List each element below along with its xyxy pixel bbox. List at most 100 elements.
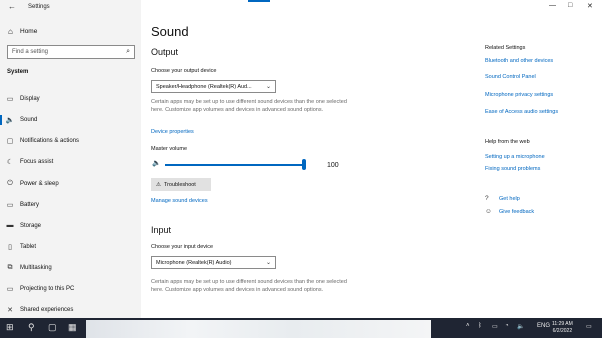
ease-of-access-link[interactable]: Ease of Access audio settings	[485, 109, 558, 115]
sound-control-panel-link[interactable]: Sound Control Panel	[485, 74, 536, 80]
maximize-icon[interactable]: □	[568, 2, 572, 9]
setup-microphone-link[interactable]: Setting up a microphone	[485, 154, 545, 160]
main-content: Sound Output Choose your output device S…	[141, 0, 474, 318]
sidebar-item-multitasking[interactable]: ⧉ Multitasking	[0, 260, 141, 275]
sidebar-item-label: Storage	[20, 222, 42, 229]
section-label: System	[7, 69, 29, 75]
output-heading: Output	[151, 47, 179, 57]
device-properties-link[interactable]: Device properties	[151, 129, 194, 135]
master-volume-label: Master volume	[151, 146, 188, 152]
troubleshoot-label: Troubleshoot	[163, 181, 196, 188]
sidebar-item-shared[interactable]: ✕ Shared experiences	[0, 302, 141, 317]
sidebar-item-label: Battery	[20, 201, 40, 208]
bluetooth-link[interactable]: Bluetooth and other devices	[485, 58, 553, 64]
search-icon[interactable]: ⚲	[28, 322, 35, 333]
sidebar-item-label: Display	[20, 95, 40, 102]
page-title: Sound	[151, 24, 189, 39]
search-input[interactable]: Find a setting ⌕	[7, 45, 135, 59]
give-feedback-link[interactable]: ☺ Give feedback	[485, 208, 534, 215]
sidebar-item-label: Notifications & actions	[20, 137, 80, 144]
loading-indicator	[248, 0, 270, 2]
volume-icon[interactable]: 🔈	[517, 323, 524, 330]
windows-start-icon[interactable]: ⊞	[6, 322, 14, 333]
give-feedback-label: Give feedback	[499, 208, 535, 215]
sidebar-item-label: Tablet	[20, 243, 37, 250]
minimize-icon[interactable]: —	[549, 2, 556, 9]
moon-icon: ☾	[6, 158, 14, 166]
sidebar-item-display[interactable]: ▭ Display	[0, 91, 141, 106]
wifi-icon[interactable]: ◔	[505, 323, 509, 329]
sidebar-item-label: Shared experiences	[20, 306, 74, 313]
storage-icon: ▬	[6, 222, 14, 229]
volume-slider-fill	[165, 164, 304, 166]
sidebar-item-home[interactable]: ⌂ Home	[8, 27, 37, 36]
output-note: Certain apps may be set up to use differ…	[151, 99, 347, 113]
related-settings-panel: — □ ✕ Related Settings Bluetooth and oth…	[474, 0, 602, 318]
back-arrow-icon[interactable]: ←	[8, 2, 16, 11]
output-device-value: Speaker/Headphone (Realtek(R) Aud...	[156, 83, 252, 90]
shared-icon: ✕	[7, 306, 13, 314]
multitasking-icon: ⧉	[7, 263, 13, 271]
home-icon: ⌂	[8, 27, 13, 36]
volume-slider[interactable]	[165, 164, 304, 166]
sidebar-item-label: Power & sleep	[20, 180, 59, 187]
search-placeholder: Find a setting	[12, 49, 49, 55]
sidebar-item-label: Multitasking	[20, 264, 52, 271]
search-icon[interactable]: ⌕	[126, 48, 130, 56]
sidebar-item-storage[interactable]: ▬ Storage	[0, 218, 141, 233]
sidebar-item-battery[interactable]: ▭ Battery	[0, 197, 141, 212]
power-icon: ⏻	[7, 179, 13, 187]
get-help-link[interactable]: ? Get help	[485, 195, 520, 202]
close-icon[interactable]: ✕	[587, 2, 593, 10]
fixing-sound-link[interactable]: Fixing sound problems	[485, 166, 540, 172]
related-settings-heading: Related Settings	[485, 45, 526, 51]
input-note: Certain apps may be set up to use differ…	[151, 279, 347, 293]
language-indicator[interactable]: ENG	[537, 323, 550, 329]
sidebar-item-sound[interactable]: 🔈 Sound	[0, 112, 141, 127]
speaker-icon[interactable]: 🔈	[152, 159, 161, 167]
manage-sound-devices-link[interactable]: Manage sound devices	[151, 198, 208, 204]
volume-value: 100	[327, 162, 339, 169]
task-view-icon[interactable]: ▢	[48, 322, 57, 333]
sidebar: ← Settings ⌂ Home Find a setting ⌕ Syste…	[0, 0, 141, 318]
clock[interactable]: 11:29 AM 6/2/2022	[552, 321, 573, 335]
time: 11:29 AM	[552, 321, 573, 327]
feedback-icon: ☺	[485, 208, 492, 215]
sidebar-item-notifications[interactable]: ▢ Notifications & actions	[0, 133, 141, 148]
network-icon[interactable]: ▭	[492, 323, 498, 330]
input-heading: Input	[151, 225, 172, 235]
output-device-select[interactable]: Speaker/Headphone (Realtek(R) Aud... ⌄	[151, 80, 276, 93]
speaker-icon: 🔈	[5, 116, 15, 124]
help-heading: Help from the web	[485, 139, 530, 145]
get-help-label: Get help	[499, 195, 520, 202]
sidebar-item-power[interactable]: ⏻ Power & sleep	[0, 176, 141, 191]
taskbar-blurred-region	[86, 320, 431, 338]
sidebar-item-label: Focus assist	[20, 158, 54, 165]
home-label: Home	[20, 28, 38, 35]
troubleshoot-button[interactable]: ⚠ Troubleshoot	[151, 178, 211, 191]
sidebar-item-tablet[interactable]: ▯ Tablet	[0, 239, 141, 254]
sidebar-item-label: Projecting to this PC	[20, 285, 75, 292]
projector-icon: ▭	[6, 285, 14, 293]
input-device-value: Microphone (Realtek(R) Audio)	[156, 259, 232, 266]
microphone-privacy-link[interactable]: Microphone privacy settings	[485, 92, 553, 98]
display-icon: ▭	[6, 95, 14, 103]
chevron-down-icon: ⌄	[265, 84, 271, 90]
volume-slider-thumb[interactable]	[302, 159, 306, 170]
date: 6/2/2022	[552, 328, 573, 334]
warning-icon: ⚠	[156, 181, 161, 188]
chevron-up-icon[interactable]: ˄	[466, 323, 470, 329]
notification-icon[interactable]: ▭	[586, 323, 592, 330]
input-device-select[interactable]: Microphone (Realtek(R) Audio) ⌄	[151, 256, 276, 269]
input-device-label: Choose your input device	[151, 244, 214, 250]
notification-icon: ▢	[6, 137, 14, 145]
help-icon: ?	[485, 195, 489, 202]
bluetooth-icon[interactable]: ᛒ	[478, 323, 482, 329]
tablet-icon: ▯	[8, 243, 12, 251]
app-title: Settings	[28, 4, 50, 10]
sidebar-item-label: Sound	[20, 116, 38, 123]
output-device-label: Choose your output device	[151, 68, 217, 74]
sidebar-item-projecting[interactable]: ▭ Projecting to this PC	[0, 281, 141, 296]
sidebar-item-focus-assist[interactable]: ☾ Focus assist	[0, 154, 141, 169]
widgets-icon[interactable]: ▦	[68, 322, 77, 333]
